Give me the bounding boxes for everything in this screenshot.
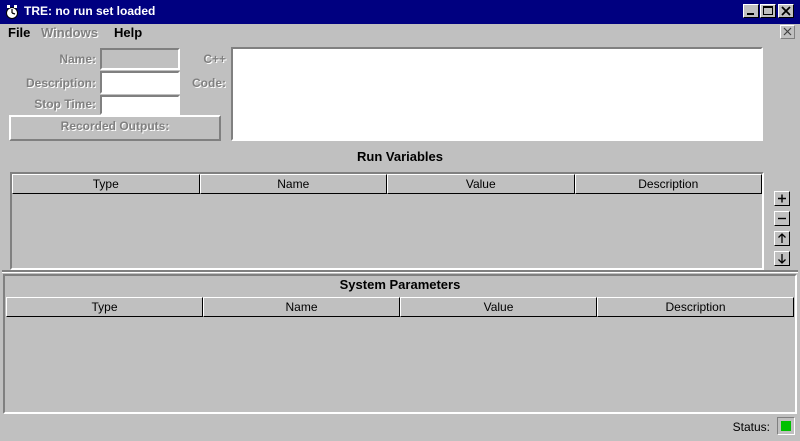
code-label: Code: [192,76,226,90]
system-parameters-title: System Parameters [339,277,461,292]
run-var-col-name[interactable]: Name [199,174,387,194]
child-close-button[interactable] [780,25,795,39]
sys-param-col-value[interactable]: Value [400,297,597,317]
description-field[interactable] [100,71,180,94]
description-label: Description: [25,76,96,90]
run-variables-table[interactable]: Type Name Value Description [10,172,764,270]
status-indicator [777,417,795,435]
run-var-col-description[interactable]: Description [574,174,762,194]
code-textarea[interactable] [231,47,763,141]
sys-param-col-type[interactable]: Type [6,297,203,317]
arrow-up-icon [778,233,786,243]
remove-row-button[interactable] [774,211,790,226]
add-row-button[interactable] [774,191,790,206]
maximize-button[interactable] [760,4,776,18]
recorded-outputs-button[interactable]: Recorded Outputs: [9,115,221,141]
status-label: Status: [732,420,770,434]
run-var-col-value[interactable]: Value [387,174,575,194]
run-variables-title: Run Variables [357,149,443,164]
move-down-button[interactable] [774,251,790,266]
sys-param-col-description[interactable]: Description [597,297,794,317]
menu-help[interactable]: Help [114,25,142,40]
plus-icon [778,194,786,203]
menu-windows[interactable]: Windows [41,25,98,40]
arrow-down-icon [778,254,786,264]
status-light-icon [781,421,791,431]
sys-param-col-name[interactable]: Name [203,297,400,317]
minimize-button[interactable] [743,4,759,18]
pane-splitter[interactable] [2,270,798,273]
menu-file[interactable]: File [8,25,30,40]
minus-icon [778,217,786,220]
window-title: TRE: no run set loaded [24,4,156,18]
stop-time-label: Stop Time: [34,97,96,111]
name-field[interactable] [100,48,180,70]
stop-time-field[interactable] [100,95,180,115]
close-button[interactable] [778,4,794,18]
cpp-label: C++ [203,52,226,66]
name-label: Name: [59,52,96,66]
run-var-col-type[interactable]: Type [12,174,200,194]
system-parameters-table[interactable]: Type Name Value Description [6,297,794,412]
move-up-button[interactable] [774,231,790,246]
app-icon[interactable] [4,4,20,20]
